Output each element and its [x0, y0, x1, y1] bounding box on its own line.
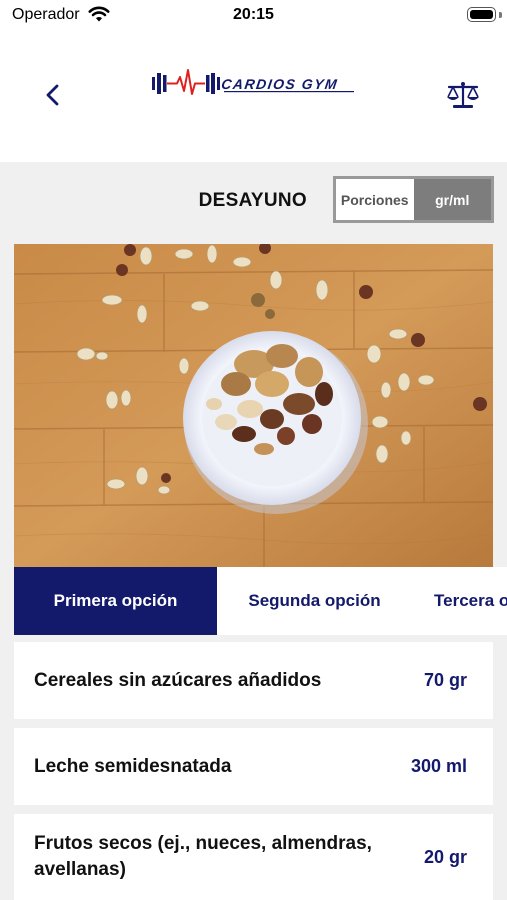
battery-nub — [499, 12, 502, 18]
tab-tercera-opcion[interactable]: Tercera opción — [412, 567, 507, 635]
food-amount: 20 gr — [423, 846, 467, 867]
toggle-gr-ml[interactable]: gr/ml — [413, 179, 491, 220]
food-row-frutos-secos: Frutos secos (ej., nueces, almendras, av… — [14, 814, 493, 900]
cardios-gym-logo: CARDIOS GYM — [152, 69, 354, 95]
tab-primera-opcion[interactable]: Primera opción — [14, 567, 217, 635]
food-amount: 70 gr — [423, 670, 467, 690]
option-tabs: Primera opción Segunda opción Tercera op… — [14, 567, 507, 635]
food-amount: 300 ml — [410, 756, 467, 776]
unit-toggle: Porciones gr/ml — [333, 176, 494, 223]
meal-title: DESAYUNO — [198, 190, 307, 211]
meal-content: DESAYUNO Porciones gr/ml Primera opción … — [0, 162, 507, 900]
food-row-cereales: Cereales sin azúcares añadidos 70 gr — [14, 642, 493, 719]
food-row-leche: Leche semidesnatada 300 ml — [14, 728, 493, 805]
status-time: 20:15 — [233, 6, 274, 23]
tab-segunda-opcion[interactable]: Segunda opción — [217, 567, 412, 635]
food-name: Cereales sin azúcares añadidos — [34, 669, 322, 691]
battery-icon — [467, 7, 496, 22]
back-chevron-icon[interactable] — [40, 80, 66, 110]
scale-balance-icon[interactable] — [445, 80, 481, 110]
svg-text:CARDIOS GYM: CARDIOS GYM — [220, 76, 339, 92]
nav-header: CARDIOS GYM — [0, 32, 507, 162]
toggle-porciones[interactable]: Porciones — [336, 179, 414, 220]
status-bar: Operador 20:15 — [0, 0, 507, 32]
food-name: Frutos secos (ej., nueces, almendras, av… — [34, 833, 372, 880]
food-name: Leche semidesnatada — [34, 755, 232, 777]
meal-photo — [14, 244, 493, 567]
